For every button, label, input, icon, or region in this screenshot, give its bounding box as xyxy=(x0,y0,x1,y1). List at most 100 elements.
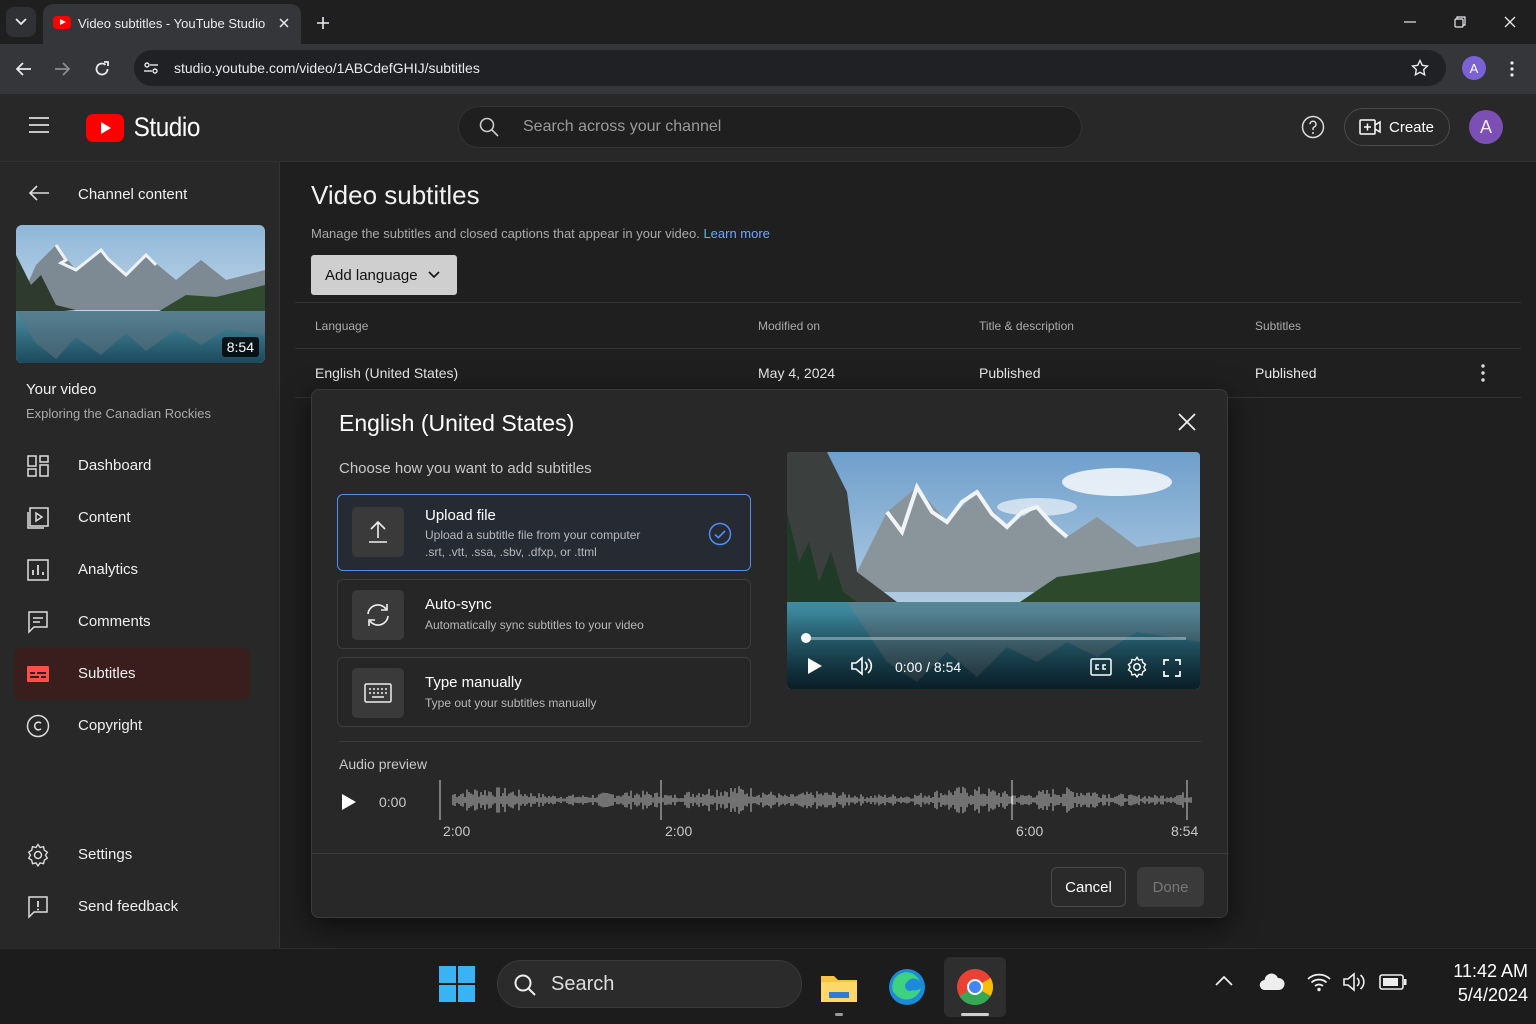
sidebar-item-feedback[interactable]: Send feedback xyxy=(14,881,250,933)
waveform-tick: 8:54 xyxy=(1171,823,1199,839)
taskbar-search-label: Search xyxy=(551,973,615,995)
feedback-label: Send feedback xyxy=(78,898,179,915)
description-text: Manage the subtitles and closed captions… xyxy=(311,226,700,241)
taskbar-edge[interactable] xyxy=(876,957,938,1017)
browser-profile-avatar[interactable]: A xyxy=(1462,56,1486,80)
sidebar-item-comments[interactable]: Comments xyxy=(14,596,250,648)
channel-search-input[interactable]: Search across your channel xyxy=(458,106,1082,148)
video-duration: 8:54 xyxy=(221,337,259,357)
channel-content-label[interactable]: Channel content xyxy=(78,186,187,203)
wifi-icon xyxy=(1307,973,1331,992)
tray-overflow-button[interactable] xyxy=(1214,975,1234,987)
sidebar-item-analytics[interactable]: Analytics xyxy=(14,544,250,596)
column-header-language: Language xyxy=(315,319,369,333)
video-player[interactable]: 0:00 / 8:54 xyxy=(787,452,1200,689)
sidebar-item-subtitles[interactable]: Subtitles xyxy=(14,648,250,700)
sync-icon xyxy=(367,604,389,626)
option-icon-box xyxy=(352,507,404,557)
option-title: Auto-sync xyxy=(425,596,492,613)
site-settings-icon[interactable] xyxy=(143,60,159,76)
audio-play-button[interactable] xyxy=(341,793,357,811)
bookmark-star-icon[interactable] xyxy=(1411,59,1429,77)
taskbar-file-explorer[interactable] xyxy=(808,957,870,1017)
learn-more-link[interactable]: Learn more xyxy=(703,226,769,241)
cloud-icon xyxy=(1259,973,1285,991)
row-options-button[interactable] xyxy=(1476,363,1490,383)
analytics-icon xyxy=(27,559,49,581)
waveform-tick: 2:00 xyxy=(665,823,693,839)
forward-button[interactable] xyxy=(47,54,77,84)
address-bar[interactable]: studio.youtube.com/video/1ABCdefGHIJ/sub… xyxy=(134,50,1446,86)
account-avatar[interactable]: A xyxy=(1469,110,1503,144)
audio-time: 0:00 xyxy=(379,794,407,810)
audio-waveform[interactable] xyxy=(439,780,1201,822)
add-language-button[interactable]: Add language xyxy=(311,255,457,295)
cancel-button[interactable]: Cancel xyxy=(1051,867,1126,907)
back-button[interactable] xyxy=(9,54,39,84)
page-title: Video subtitles xyxy=(311,180,480,210)
dialog-close-button[interactable] xyxy=(1174,409,1200,435)
sidebar-item-dashboard[interactable]: Dashboard xyxy=(14,440,250,492)
content-icon xyxy=(27,507,49,529)
sidebar-item-copyright[interactable]: Copyright xyxy=(14,700,250,752)
tab-close-button[interactable] xyxy=(273,12,295,34)
hamburger-icon xyxy=(29,117,49,133)
copyright-icon xyxy=(26,714,50,738)
window-close-button[interactable] xyxy=(1490,8,1530,36)
battery-icon xyxy=(1379,974,1407,990)
windows-taskbar: Search 11:42 AM 5/4/2024 xyxy=(0,948,1536,1024)
browser-menu-button[interactable] xyxy=(1497,54,1527,84)
help-button[interactable] xyxy=(1301,115,1325,139)
table-divider xyxy=(295,302,1521,303)
tab-search-button[interactable] xyxy=(6,7,36,37)
done-button[interactable]: Done xyxy=(1137,867,1204,907)
search-icon xyxy=(479,117,499,137)
taskbar-search-box[interactable]: Search xyxy=(497,960,802,1008)
waveform-tick: 2:00 xyxy=(443,823,471,839)
new-tab-button[interactable] xyxy=(310,10,336,36)
sidebar-item-label: Subtitles xyxy=(78,665,136,682)
chevron-down-icon xyxy=(428,271,440,279)
player-fullscreen-button[interactable] xyxy=(1163,659,1181,677)
player-settings-button[interactable] xyxy=(1126,656,1148,678)
option-upload-file[interactable]: Upload file Upload a subtitle file from … xyxy=(337,494,751,571)
player-volume-button[interactable] xyxy=(850,656,874,676)
video-thumbnail[interactable]: 8:54 xyxy=(16,225,265,363)
restore-button[interactable] xyxy=(1440,8,1480,36)
more-vert-icon xyxy=(1510,61,1514,77)
player-captions-button[interactable] xyxy=(1090,658,1112,676)
sidebar-item-settings[interactable]: Settings xyxy=(14,829,250,881)
volume-button[interactable] xyxy=(1342,971,1368,993)
browser-tab-active[interactable]: Video subtitles - YouTube Studio xyxy=(43,4,301,44)
option-type-manually[interactable]: Type manually Type out your subtitles ma… xyxy=(337,657,751,727)
fullscreen-icon xyxy=(1163,659,1181,677)
create-button[interactable]: Create xyxy=(1344,108,1450,146)
taskbar-clock-date[interactable]: 5/4/2024 xyxy=(1418,985,1528,1006)
row-title-description-status: Published xyxy=(979,365,1041,381)
taskbar-chrome[interactable] xyxy=(944,957,1006,1017)
player-progress-knob[interactable] xyxy=(801,633,811,643)
studio-logo[interactable]: Studio xyxy=(86,112,204,143)
sidebar-item-content[interactable]: Content xyxy=(14,492,250,544)
taskbar-clock-time[interactable]: 11:42 AM xyxy=(1418,961,1528,982)
back-to-channel-button[interactable] xyxy=(28,184,50,202)
network-button[interactable] xyxy=(1306,971,1332,993)
onedrive-button[interactable] xyxy=(1259,973,1285,991)
minimize-button[interactable] xyxy=(1390,8,1430,36)
volume-icon xyxy=(1343,972,1365,992)
check-circle-icon xyxy=(708,522,732,546)
reload-button[interactable] xyxy=(87,54,117,84)
mountain-lake-video-frame-image xyxy=(787,452,1200,689)
player-progress-track[interactable] xyxy=(801,633,1186,643)
option-auto-sync[interactable]: Auto-sync Automatically sync subtitles t… xyxy=(337,579,751,649)
minimize-icon xyxy=(1404,21,1416,23)
dashboard-icon xyxy=(27,455,49,477)
option-icon-box xyxy=(352,668,404,718)
subtitles-dialog: English (United States) Choose how you w… xyxy=(311,389,1229,918)
start-button[interactable] xyxy=(438,965,476,1003)
option-title: Upload file xyxy=(425,507,496,524)
page-description: Manage the subtitles and closed captions… xyxy=(311,226,770,241)
battery-button[interactable] xyxy=(1379,974,1407,990)
menu-button[interactable] xyxy=(28,116,50,134)
player-play-button[interactable] xyxy=(807,657,823,675)
